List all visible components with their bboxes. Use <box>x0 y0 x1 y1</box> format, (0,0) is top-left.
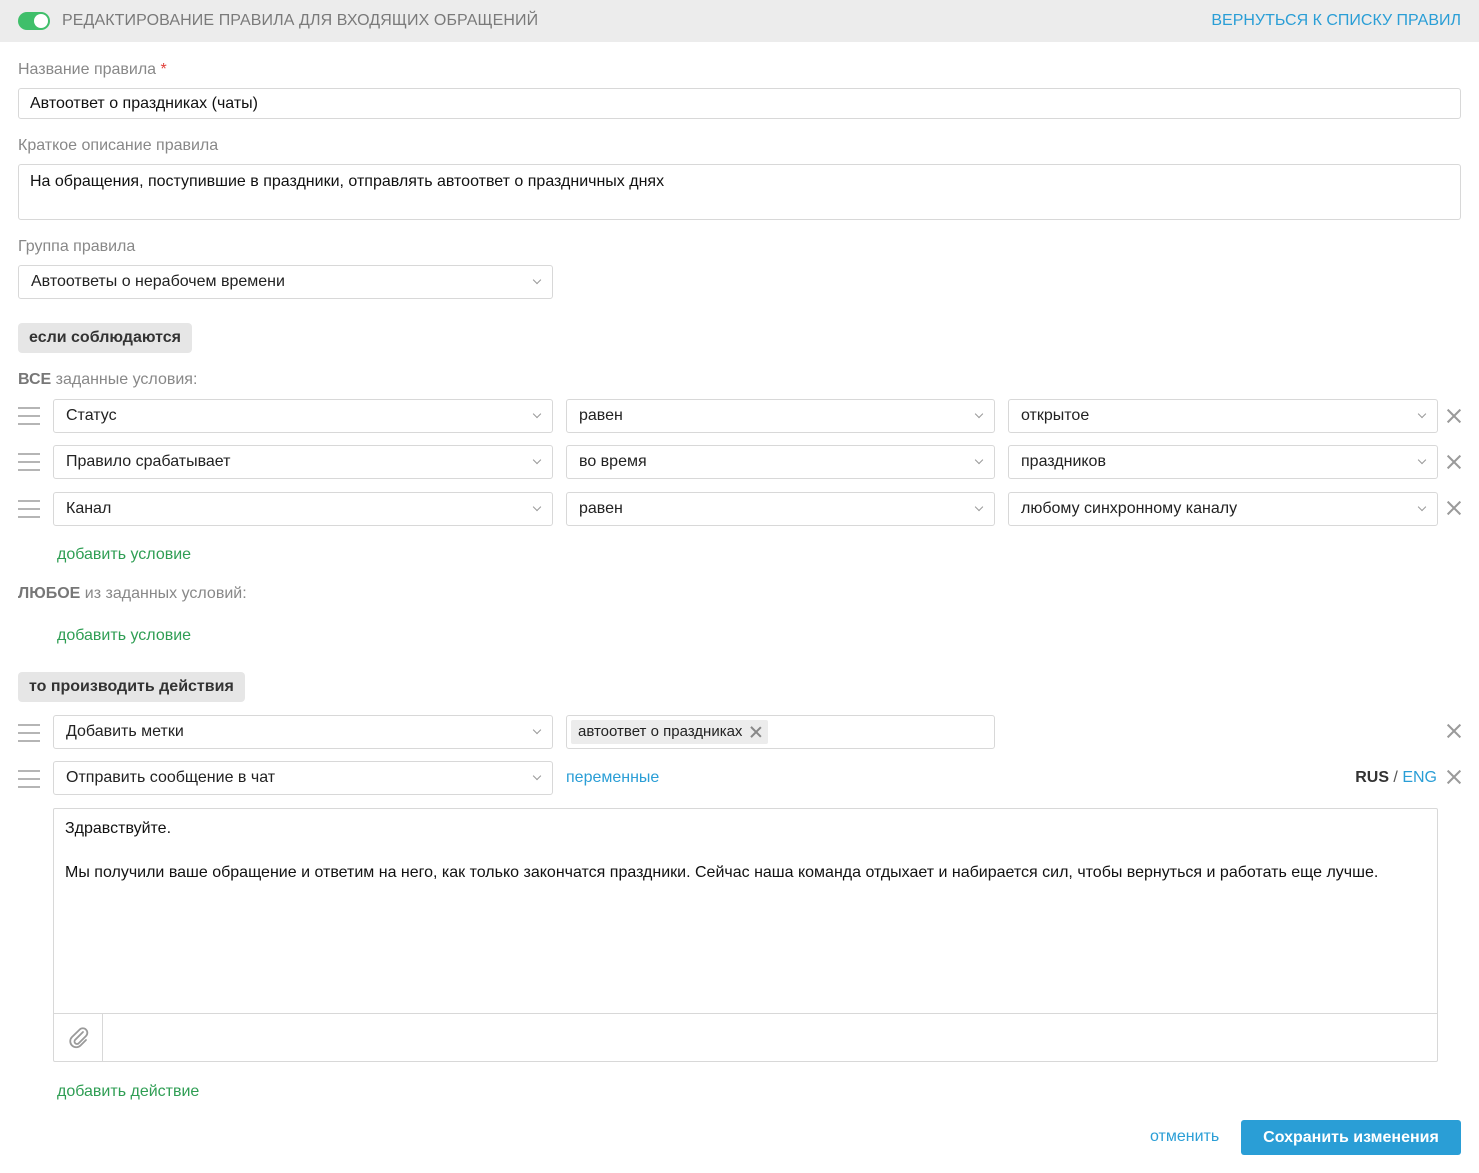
remove-condition-close-icon[interactable] <box>1447 409 1461 423</box>
drag-handle-icon[interactable] <box>18 407 40 425</box>
drag-handle-icon[interactable] <box>18 770 40 788</box>
chevron-down-icon <box>974 457 984 467</box>
paperclip-icon <box>69 1027 89 1049</box>
lang-separator: / <box>1388 769 1403 786</box>
chevron-down-icon <box>974 504 984 514</box>
rule-description-textarea[interactable]: На обращения, поступившие в праздники, о… <box>18 164 1461 220</box>
toggle-knob <box>34 14 48 28</box>
condition-value-text: праздников <box>1021 453 1106 470</box>
condition-field-value: Статус <box>66 407 117 424</box>
drag-handle-icon[interactable] <box>18 724 40 742</box>
condition-value-select[interactable]: праздников <box>1008 445 1438 479</box>
page-title: РЕДАКТИРОВАНИЕ ПРАВИЛА ДЛЯ ВХОДЯЩИХ ОБРА… <box>62 12 539 29</box>
rule-enabled-toggle[interactable] <box>18 12 50 30</box>
chevron-down-icon <box>1417 457 1427 467</box>
rule-name-label-text: Название правила <box>18 61 157 78</box>
rule-group-select[interactable]: Автоответы о нерабочем времени <box>18 265 553 299</box>
any-keyword: ЛЮБОЕ <box>18 585 81 602</box>
save-changes-button[interactable]: Сохранить изменения <box>1241 1120 1461 1155</box>
remove-tag-close-icon[interactable] <box>750 726 762 738</box>
all-conditions-label: ВСЕ заданные условия: <box>18 371 197 389</box>
remove-action-close-icon[interactable] <box>1447 770 1461 784</box>
remove-action-close-icon[interactable] <box>1447 724 1461 738</box>
chevron-down-icon <box>532 411 542 421</box>
any-conditions-text: из заданных условий: <box>80 585 247 602</box>
any-conditions-label: ЛЮБОЕ из заданных условий: <box>18 585 247 603</box>
if-conditions-pill: если соблюдаются <box>18 323 192 353</box>
chevron-down-icon <box>532 277 542 287</box>
all-conditions-text: заданные условия: <box>51 371 198 388</box>
rule-group-value: Автоответы о нерабочем времени <box>31 273 285 290</box>
attach-file-button[interactable] <box>54 1014 103 1061</box>
condition-field-value: Канал <box>66 500 112 517</box>
condition-value-select[interactable]: открытое <box>1008 399 1438 433</box>
message-editor[interactable]: Здравствуйте. Мы получили ваше обращение… <box>53 808 1438 1062</box>
chevron-down-icon <box>532 727 542 737</box>
action-type-value: Добавить метки <box>66 723 184 740</box>
chevron-down-icon <box>532 457 542 467</box>
add-condition-all-link[interactable]: добавить условие <box>57 546 191 564</box>
rule-group-label: Группа правила <box>18 238 136 255</box>
rule-name-input[interactable]: Автоответ о праздниках (чаты) <box>18 88 1461 119</box>
all-keyword: ВСЕ <box>18 371 52 388</box>
tag-label: автоответ о праздниках <box>578 723 743 740</box>
action-type-select[interactable]: Добавить метки <box>53 715 553 749</box>
message-text[interactable]: Здравствуйте. Мы получили ваше обращение… <box>65 818 1426 884</box>
condition-operator-value: равен <box>579 407 623 424</box>
chevron-down-icon <box>532 773 542 783</box>
language-switch: RUS / ENG <box>1355 769 1437 787</box>
condition-operator-select[interactable]: равен <box>566 492 995 526</box>
add-action-link[interactable]: добавить действие <box>57 1083 199 1101</box>
rule-name-label: Название правила * <box>18 61 167 79</box>
condition-operator-value: равен <box>579 500 623 517</box>
remove-condition-close-icon[interactable] <box>1447 501 1461 515</box>
condition-field-select[interactable]: Статус <box>53 399 553 433</box>
cancel-link[interactable]: отменить <box>1150 1128 1219 1146</box>
action-type-value: Отправить сообщение в чат <box>66 769 276 786</box>
header-bar: РЕДАКТИРОВАНИЕ ПРАВИЛА ДЛЯ ВХОДЯЩИХ ОБРА… <box>0 0 1479 42</box>
drag-handle-icon[interactable] <box>18 500 40 518</box>
condition-field-value: Правило срабатывает <box>66 453 231 470</box>
lang-rus[interactable]: RUS <box>1355 769 1389 786</box>
add-condition-any-link[interactable]: добавить условие <box>57 627 191 645</box>
chevron-down-icon <box>1417 504 1427 514</box>
tags-input[interactable]: автоответ о праздниках <box>566 715 995 749</box>
variables-link[interactable]: переменные <box>566 769 659 787</box>
chevron-down-icon <box>532 504 542 514</box>
drag-handle-icon[interactable] <box>18 453 40 471</box>
tag-chip: автоответ о праздниках <box>571 720 769 744</box>
editor-toolbar <box>54 1013 1437 1061</box>
condition-value-text: любому синхронному каналу <box>1021 500 1238 517</box>
rule-description-label: Краткое описание правила <box>18 137 219 154</box>
remove-condition-close-icon[interactable] <box>1447 455 1461 469</box>
chevron-down-icon <box>1417 411 1427 421</box>
action-type-select[interactable]: Отправить сообщение в чат <box>53 761 553 795</box>
condition-operator-select[interactable]: во время <box>566 445 995 479</box>
condition-value-text: открытое <box>1021 407 1090 424</box>
back-to-rules-link[interactable]: ВЕРНУТЬСЯ К СПИСКУ ПРАВИЛ <box>1211 12 1461 30</box>
condition-value-select[interactable]: любому синхронному каналу <box>1008 492 1438 526</box>
chevron-down-icon <box>974 411 984 421</box>
then-actions-pill: то производить действия <box>18 672 245 702</box>
lang-eng[interactable]: ENG <box>1402 769 1437 786</box>
condition-field-select[interactable]: Правило срабатывает <box>53 445 553 479</box>
condition-operator-select[interactable]: равен <box>566 399 995 433</box>
condition-operator-value: во время <box>579 453 647 470</box>
required-mark: * <box>160 61 167 78</box>
condition-field-select[interactable]: Канал <box>53 492 553 526</box>
